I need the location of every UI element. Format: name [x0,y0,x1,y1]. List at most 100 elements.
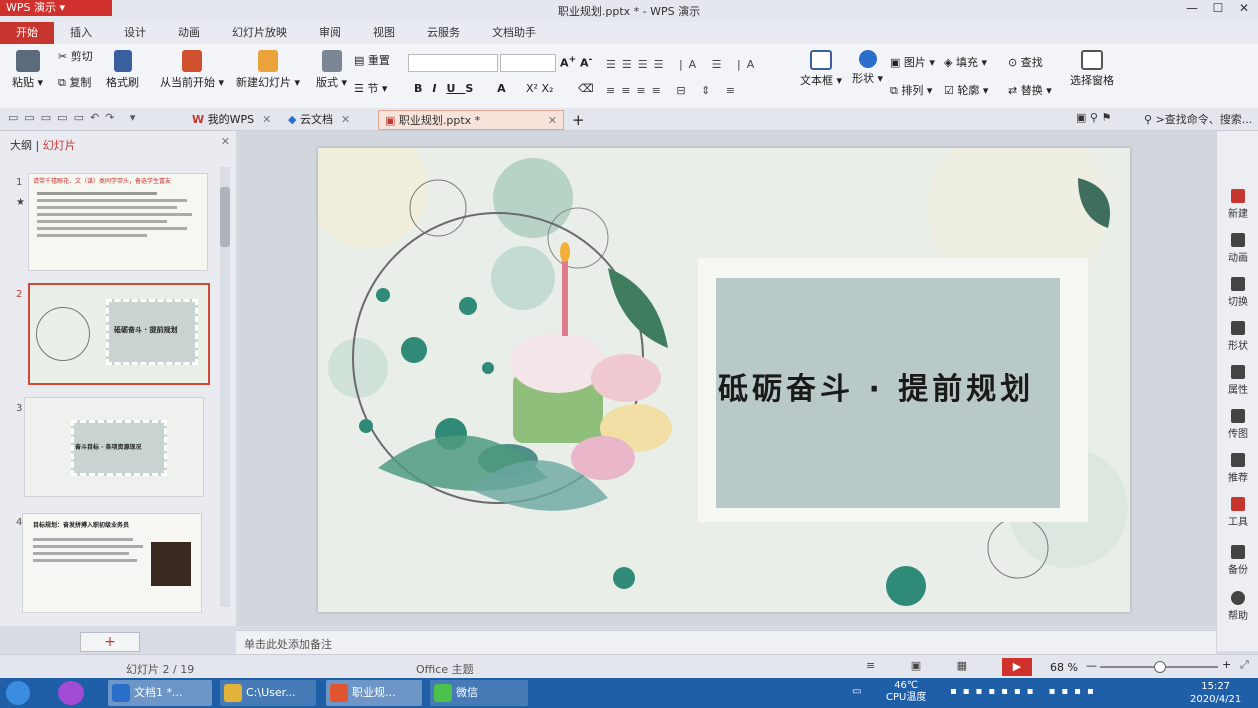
format-painter-button[interactable]: 格式刷 [106,50,139,90]
taskbar-item-word[interactable]: 文档1 *... [108,680,212,706]
align-buttons[interactable]: ≡≡≡≡ ⊟ ⇕ ≡ [606,84,741,97]
new-slide-button[interactable]: 新建幻灯片 ▾ [236,50,300,90]
sidebar-item-backup[interactable]: 备份 [1217,545,1258,576]
tab-review[interactable]: 审阅 [303,22,357,44]
tab-outline[interactable]: 大纲 [10,139,32,152]
text-box-button[interactable]: 文本框 ▾ [800,50,842,88]
fit-window-icon[interactable]: ⤢ [1240,658,1249,672]
layout-button[interactable]: 版式 ▾ [316,50,347,90]
slide-thumbnail-3[interactable]: 奋斗目标 · 各项资源现况 [24,397,204,497]
tray-icon[interactable]: ▭ [852,686,861,697]
tab-design[interactable]: 设计 [108,22,162,44]
taskbar-item-wechat[interactable]: 微信 [430,680,528,706]
replace-button[interactable]: ⇄ 替换 ▾ [1008,82,1052,98]
tab-insert[interactable]: 插入 [54,22,108,44]
shape-button[interactable]: 形状 ▾ [852,50,883,86]
taskbar-item-presentation[interactable]: 职业规... [326,680,422,706]
tray-icons[interactable]: ▪▪▪▪▪▪▪ ▪▪▪▪ [950,686,1100,697]
outline-button[interactable]: ☑ 轮廓 ▾ [944,82,988,98]
font-style-buttons[interactable]: BIUS A [414,82,516,95]
font-name-select[interactable] [408,54,498,72]
slide-number: 3 [16,403,23,414]
windows-taskbar: 文档1 *... C:\User... 职业规... 微信 ▭ 46℃ CPU温… [0,678,1258,708]
new-tab-button[interactable]: + [566,110,591,130]
maximize-button[interactable]: ☐ [1210,1,1226,15]
tab-doc-assistant[interactable]: 文档助手 [476,22,552,44]
close-icon[interactable]: ✕ [548,111,557,131]
scrollbar-thumb[interactable] [220,187,230,247]
list-buttons[interactable]: ☰☰☰☰ |A ☰ |A [606,58,760,71]
sidebar-item-tools[interactable]: 工具 [1217,497,1258,528]
tab-slideshow[interactable]: 幻灯片放映 [216,22,303,44]
sidebar-item-properties[interactable]: 属性 [1217,365,1258,396]
close-icon[interactable]: ✕ [341,113,350,126]
sidebar-item-recommend[interactable]: 推荐 [1217,453,1258,484]
section-label: 节 [367,82,379,95]
command-search[interactable]: ⚲ >查找命令、搜索... [1144,111,1252,127]
notes-pane[interactable]: 单击此处添加备注 [236,630,1216,655]
sidebar-item-transition[interactable]: 切换 [1217,277,1258,308]
arrange-button[interactable]: ⧉ 排列 ▾ [890,82,932,98]
zoom-in-button[interactable]: + [1222,658,1231,671]
wechat-icon [434,684,452,702]
tab-cloud-docs[interactable]: ◆ 云文档 ✕ [282,110,356,130]
minimize-button[interactable]: — [1184,1,1200,15]
sidebar-item-upload-image[interactable]: 传图 [1217,409,1258,440]
search-input[interactable]: >查找命令、搜索... [1156,113,1253,126]
play-from-current-button[interactable]: 从当前开始 ▾ [160,50,224,90]
clock-date: 2020/4/21 [1190,694,1242,705]
close-icon[interactable]: ✕ [262,113,271,126]
slide-counter: 幻灯片 2 / 19 [126,663,195,676]
tab-cloud[interactable]: 云服务 [411,22,476,44]
start-icon[interactable] [6,681,30,705]
section-button[interactable]: ☰ 节 ▾ [354,80,387,96]
quick-access-icons[interactable]: ▭▭▭▭▭↶↷ ▾ [8,111,141,124]
copy-button[interactable]: ⧉ 复制 [58,74,91,90]
tab-my-wps[interactable]: W 我的WPS ✕ [186,110,277,130]
find-button[interactable]: ⊙ 查找 [1008,54,1043,70]
media-player-icon[interactable] [58,681,84,705]
format-painter-label: 格式刷 [106,76,139,89]
select-pane-icon [1081,50,1103,70]
slide-canvas[interactable]: 砥砺奋斗 · 提前规划 [318,148,1130,612]
sidebar-item-animation[interactable]: 动画 [1217,233,1258,264]
tab-view[interactable]: 视图 [357,22,411,44]
tab-current-document[interactable]: ▣ 职业规划.pptx * ✕ [378,110,564,130]
toolbar-icons[interactable]: ▣ ⚲ ⚑ [1076,111,1111,124]
close-panel-icon[interactable]: ✕ [221,135,230,148]
zoom-slider-thumb[interactable] [1154,661,1166,673]
sidebar-item-label: 工具 [1228,517,1248,528]
paste-button[interactable]: 粘贴 ▾ [12,50,43,90]
superscript-button[interactable]: X² X₂ [526,82,553,95]
fill-button[interactable]: ◈ 填充 ▾ [944,54,987,70]
add-slide-button[interactable]: + [80,632,140,652]
select-pane-button[interactable]: 选择窗格 [1070,50,1114,88]
clear-format-icon[interactable]: ⌫ [578,82,594,95]
panel-scrollbar[interactable] [220,167,230,607]
zoom-slider[interactable] [1100,661,1218,673]
picture-button[interactable]: ▣ 图片 ▾ [890,54,935,70]
close-button[interactable]: ✕ [1236,1,1252,15]
sidebar-item-shape[interactable]: 形状 [1217,321,1258,352]
taskbar-item-explorer[interactable]: C:\User... [220,680,316,706]
thumb2-title: 砥砺奋斗 · 提前规划 [114,326,178,334]
sidebar-item-new[interactable]: 新建 [1217,189,1258,220]
clock[interactable]: 15:27 2020/4/21 [1190,680,1241,706]
grow-font-button[interactable]: A+ A- [560,54,592,70]
wps-logo-icon: W [192,113,205,126]
cpu-temp-widget: 46℃ CPU温度 [886,680,926,704]
tab-slides[interactable]: 幻灯片 [43,139,76,152]
slide-thumbnail-2[interactable]: 砥砺奋斗 · 提前规划 [28,283,210,385]
cut-button[interactable]: ✂ 剪切 [58,48,93,64]
slide-thumbnail-4[interactable]: 目标规划：奋发拼搏入职初级业务员 [22,513,202,613]
sidebar-item-help[interactable]: 帮助 [1217,591,1258,622]
slide-title[interactable]: 砥砺奋斗 · 提前规划 [718,364,1034,408]
slideshow-play-button[interactable]: ▶ [1002,658,1032,676]
copy-icon: ⧉ [58,76,66,89]
slide-thumbnail-1[interactable]: 请带千禧眼花、文（谋）类同学带头，备选学生富友 [28,173,208,271]
tab-home[interactable]: 开始 [0,22,54,44]
tab-animation[interactable]: 动画 [162,22,216,44]
font-size-select[interactable] [500,54,556,72]
zoom-out-button[interactable]: — [1086,659,1097,672]
reset-button[interactable]: ▤ 重置 [354,52,390,68]
